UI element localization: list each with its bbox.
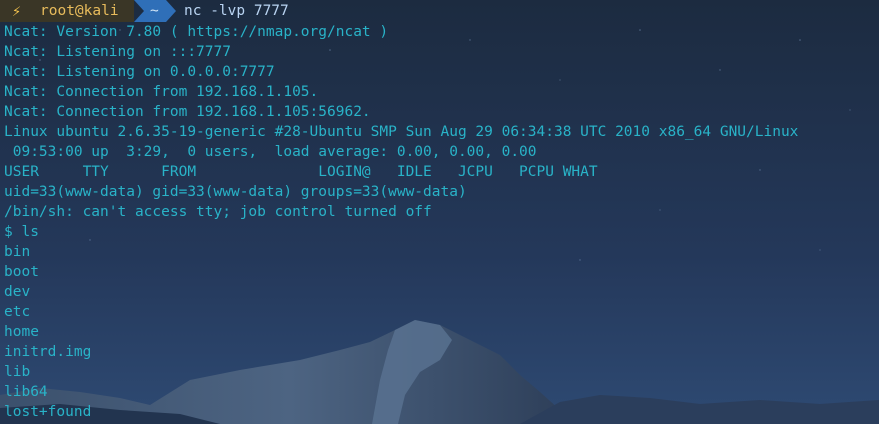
prompt-command: nc -lvp 7777 [184,3,289,19]
lightning-bolt-icon: ⚡ [12,2,22,20]
output-line: initrd.img [4,344,92,360]
output-line: bin [4,244,31,260]
output-line: dev [4,284,31,300]
output-line: lost+found [4,404,92,420]
output-line: boot [4,264,39,280]
output-line: USER TTY FROM LOGIN@ IDLE JCPU PCPU WHAT [4,164,598,180]
output-line: Ncat: Connection from 192.168.1.105:5696… [4,104,371,120]
output-line: home [4,324,39,340]
prompt-user: root@kali [40,3,119,19]
output-line: Ncat: Listening on 0.0.0.0:7777 [4,64,275,80]
output-line: Ncat: Listening on :::7777 [4,44,231,60]
output-line: uid=33(www-data) gid=33(www-data) groups… [4,184,467,200]
output-line: lib [4,364,31,380]
terminal-window[interactable]: ⚡ root@kali ~ nc -lvp 7777 Ncat: Version… [0,0,879,424]
output-line: etc [4,304,31,320]
output-line: $ ls [4,224,39,240]
output-line: Linux ubuntu 2.6.35-19-generic #28-Ubunt… [4,124,799,140]
output-line: Ncat: Version 7.80 ( https://nmap.org/nc… [4,24,389,40]
output-line: 09:53:00 up 3:29, 0 users, load average:… [4,144,537,160]
prompt-directory: ~ [150,3,159,19]
output-line: lib64 [4,384,48,400]
output-line: Ncat: Connection from 192.168.1.105. [4,84,319,100]
output-line: /bin/sh: can't access tty; job control t… [4,204,432,220]
